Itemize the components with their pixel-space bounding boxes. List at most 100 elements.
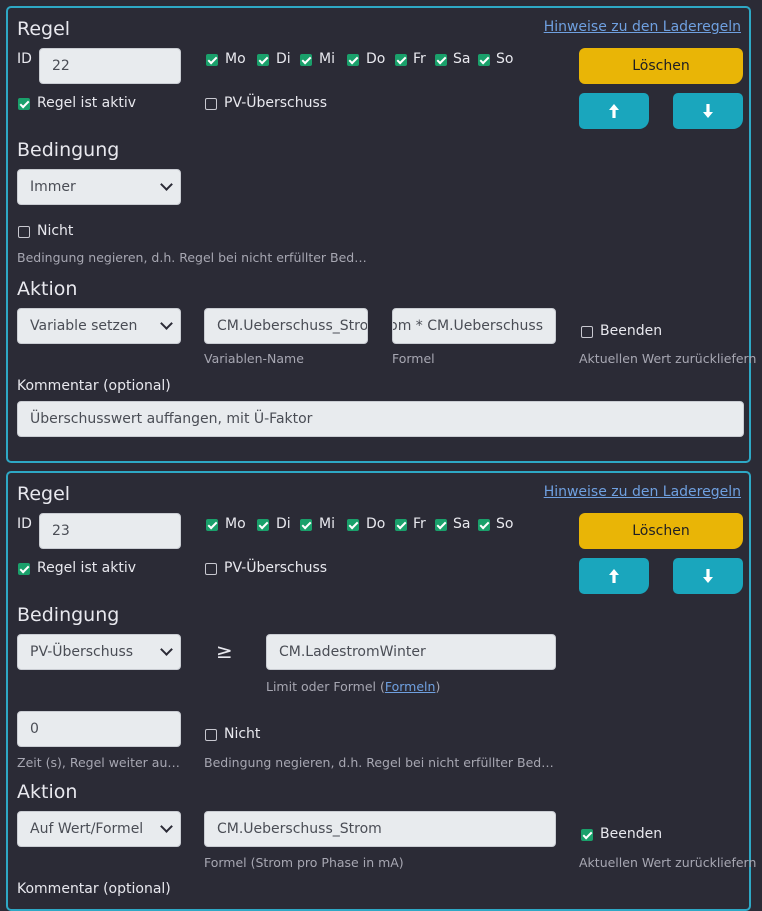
chevron-down-icon [160, 317, 173, 330]
day-checkbox-mo[interactable] [206, 54, 218, 66]
day-checkbox-so[interactable] [478, 54, 490, 66]
chevron-down-icon [160, 178, 173, 191]
pv-surplus-checkbox[interactable] [205, 563, 217, 575]
end-hint: Aktuellen Wert zurückliefern [579, 855, 757, 870]
rules-hint-link[interactable]: Hinweise zu den Laderegeln [544, 484, 741, 500]
comment-input[interactable]: Überschusswert auffangen, mit Ü-Faktor [17, 401, 744, 437]
day-checkbox-fr[interactable] [395, 54, 407, 66]
negate-label: Nicht [224, 726, 261, 742]
day-label: Mi [319, 516, 335, 532]
comment-label: Kommentar (optional) [17, 378, 171, 394]
action-select-value: Auf Wert/Formel [30, 821, 144, 837]
rule-active-checkbox[interactable] [18, 98, 30, 110]
limit-hint: Limit oder Formel (Formeln) [266, 679, 440, 694]
limit-input[interactable]: CM.LadestromWinter [266, 634, 556, 670]
id-input[interactable]: 22 [39, 48, 181, 84]
weekday-group: Mo Di Mi Do Fr Sa So [206, 51, 526, 69]
id-label: ID [17, 516, 32, 532]
arrow-down-icon [703, 569, 713, 583]
day-label: Sa [453, 516, 471, 532]
condition-title: Bedingung [17, 604, 120, 626]
end-hint: Aktuellen Wert zurückliefern [579, 351, 757, 366]
rule-active-label: Regel ist aktiv [37, 95, 137, 111]
day-checkbox-mi[interactable] [300, 519, 312, 531]
move-down-button[interactable] [673, 558, 743, 594]
day-label: Sa [453, 51, 471, 67]
rule-card: Regel Hinweise zu den Laderegeln ID 23 M… [6, 471, 756, 911]
rule-active-checkbox[interactable] [18, 563, 30, 575]
value-formula-input[interactable]: CM.Ueberschuss_Strom [204, 811, 556, 847]
end-label: Beenden [600, 323, 663, 339]
weekday-group: Mo Di Mi Do Fr Sa So [206, 516, 526, 534]
day-checkbox-di[interactable] [257, 54, 269, 66]
day-label: So [496, 516, 514, 532]
delete-button[interactable]: Löschen [579, 513, 743, 549]
day-checkbox-fr[interactable] [395, 519, 407, 531]
limit-hint-text: Limit oder Formel ( [266, 679, 385, 694]
day-label: Fr [413, 516, 426, 532]
action-select[interactable]: Auf Wert/Formel [17, 811, 181, 847]
move-down-button[interactable] [673, 93, 743, 129]
day-label: Mo [225, 51, 246, 67]
rule-card: Regel Hinweise zu den Laderegeln ID 22 M… [6, 6, 756, 463]
day-checkbox-do[interactable] [347, 54, 359, 66]
arrow-down-icon [703, 104, 713, 118]
day-checkbox-sa[interactable] [435, 519, 447, 531]
end-label: Beenden [600, 826, 663, 842]
move-up-button[interactable] [579, 93, 649, 129]
action-select[interactable]: Variable setzen [17, 308, 181, 344]
time-hint: Zeit (s), Regel weiter auführen... [17, 755, 181, 770]
day-checkbox-sa[interactable] [435, 54, 447, 66]
rules-hint-link[interactable]: Hinweise zu den Laderegeln [544, 19, 741, 35]
value-formula-label: Formel (Strom pro Phase in mA) [204, 855, 404, 870]
operator-symbol: ≥ [216, 639, 233, 663]
day-checkbox-mo[interactable] [206, 519, 218, 531]
day-checkbox-di[interactable] [257, 519, 269, 531]
chevron-down-icon [160, 820, 173, 833]
day-label: Mo [225, 516, 246, 532]
arrow-up-icon [609, 104, 619, 118]
day-checkbox-mi[interactable] [300, 54, 312, 66]
arrow-up-icon [609, 569, 619, 583]
rule-title: Regel [17, 18, 71, 40]
negate-label: Nicht [37, 223, 74, 239]
delete-button[interactable]: Löschen [579, 48, 743, 84]
action-select-value: Variable setzen [30, 318, 138, 334]
condition-select-value: PV-Überschuss [30, 644, 134, 660]
condition-select[interactable]: PV-Überschuss [17, 634, 181, 670]
formulas-link[interactable]: Formeln [385, 679, 436, 694]
day-label: Di [276, 51, 291, 67]
condition-select[interactable]: Immer [17, 169, 181, 205]
day-label: So [496, 51, 514, 67]
action-title: Aktion [17, 278, 78, 300]
end-checkbox[interactable] [581, 326, 593, 338]
id-input[interactable]: 23 [39, 513, 181, 549]
rule-active-label: Regel ist aktiv [37, 560, 137, 576]
formula-label: Formel [392, 351, 435, 366]
negate-hint: Bedingung negieren, d.h. Regel bei nicht… [204, 755, 554, 770]
end-checkbox[interactable] [581, 829, 593, 841]
negate-checkbox[interactable] [205, 729, 217, 741]
negate-hint: Bedingung negieren, d.h. Regel bei nicht… [17, 250, 367, 265]
variable-name-input[interactable]: CM.Ueberschuss_Strom [204, 308, 368, 344]
chevron-down-icon [160, 643, 173, 656]
action-title: Aktion [17, 781, 78, 803]
day-label: Mi [319, 51, 335, 67]
condition-title: Bedingung [17, 139, 120, 161]
move-up-button[interactable] [579, 558, 649, 594]
pv-surplus-label: PV-Überschuss [224, 95, 328, 111]
formula-input[interactable]: Strom * CM.Ueberschuss [392, 308, 556, 344]
time-input[interactable]: 0 [17, 711, 181, 747]
comment-label: Kommentar (optional) [17, 881, 171, 897]
day-checkbox-so[interactable] [478, 519, 490, 531]
limit-hint-close: ) [435, 679, 441, 694]
id-label: ID [17, 51, 32, 67]
pv-surplus-checkbox[interactable] [205, 98, 217, 110]
negate-checkbox[interactable] [18, 226, 30, 238]
formula-input-value: Strom * CM.Ueberschuss [393, 318, 543, 334]
day-label: Fr [413, 51, 426, 67]
day-label: Do [366, 51, 386, 67]
day-label: Di [276, 516, 291, 532]
day-label: Do [366, 516, 386, 532]
day-checkbox-do[interactable] [347, 519, 359, 531]
